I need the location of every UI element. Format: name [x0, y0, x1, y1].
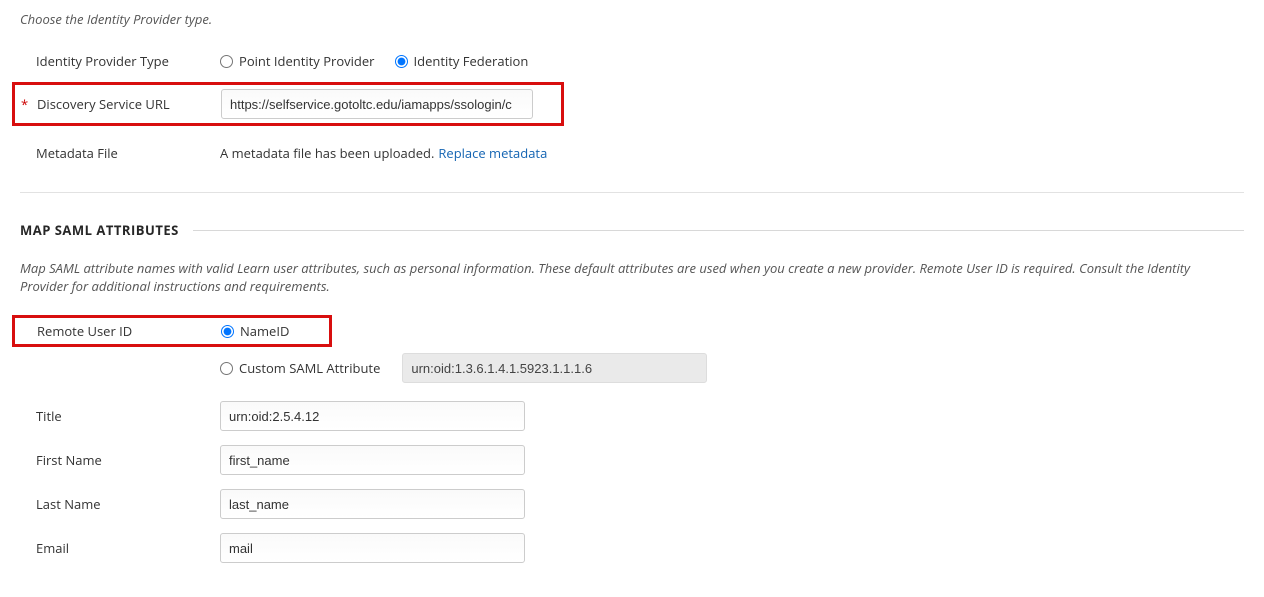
radio-federation-wrap[interactable]: Identity Federation [395, 52, 529, 70]
input-first-name[interactable] [220, 445, 525, 475]
section-header-map-saml: MAP SAML ATTRIBUTES [20, 221, 1244, 239]
row-idp-type: Identity Provider Type Point Identity Pr… [20, 46, 1244, 76]
metadata-uploaded-text: A metadata file has been uploaded. [220, 144, 434, 162]
radio-federation-label: Identity Federation [414, 52, 529, 70]
row-remote-user-id-highlighted: Remote User ID NameID [12, 315, 332, 347]
link-replace-metadata[interactable]: Replace metadata [438, 144, 547, 162]
divider-1 [20, 192, 1244, 193]
radio-identity-federation[interactable] [395, 55, 408, 68]
input-last-name[interactable] [220, 489, 525, 519]
radio-point-identity-provider[interactable] [220, 55, 233, 68]
required-placeholder [20, 52, 28, 70]
required-mark-discovery: * [21, 95, 29, 113]
section-title: MAP SAML ATTRIBUTES [20, 221, 179, 239]
required-placeholder-metadata [20, 144, 28, 162]
radio-nameid-label: NameID [240, 322, 289, 340]
label-last-name: Last Name [36, 495, 101, 513]
row-title: Title [20, 401, 1244, 431]
radio-point-wrap[interactable]: Point Identity Provider [220, 52, 375, 70]
radio-custom-saml-attribute[interactable] [220, 362, 233, 375]
page-root: Choose the Identity Provider type. Ident… [0, 0, 1264, 597]
section-intro-text: Map SAML attribute names with valid Lear… [20, 259, 1220, 295]
input-discovery-url[interactable] [221, 89, 533, 119]
label-title: Title [36, 407, 62, 425]
input-email[interactable] [220, 533, 525, 563]
label-remote-user-id: Remote User ID [37, 322, 132, 340]
label-idp-type: Identity Provider Type [36, 52, 169, 70]
row-first-name: First Name [20, 445, 1244, 475]
row-discovery-url-highlighted: * Discovery Service URL [12, 82, 564, 126]
row-custom-saml-attr: Custom SAML Attribute [20, 353, 1244, 383]
radio-nameid-wrap[interactable]: NameID [221, 322, 289, 340]
radio-custom-attr-wrap[interactable]: Custom SAML Attribute [220, 359, 380, 377]
label-metadata-file: Metadata File [36, 144, 118, 162]
section-rule [193, 230, 1244, 231]
radio-nameid[interactable] [221, 325, 234, 338]
label-email: Email [36, 539, 69, 557]
required-placeholder-remote [21, 322, 29, 340]
radio-point-label: Point Identity Provider [239, 52, 375, 70]
row-last-name: Last Name [20, 489, 1244, 519]
label-discovery-url: Discovery Service URL [37, 95, 170, 113]
label-first-name: First Name [36, 451, 102, 469]
row-email: Email [20, 533, 1244, 563]
input-custom-saml-attribute [402, 353, 707, 383]
radio-custom-attr-label: Custom SAML Attribute [239, 359, 380, 377]
row-metadata-file: Metadata File A metadata file has been u… [20, 138, 1244, 168]
intro-text: Choose the Identity Provider type. [20, 10, 1244, 28]
input-title[interactable] [220, 401, 525, 431]
